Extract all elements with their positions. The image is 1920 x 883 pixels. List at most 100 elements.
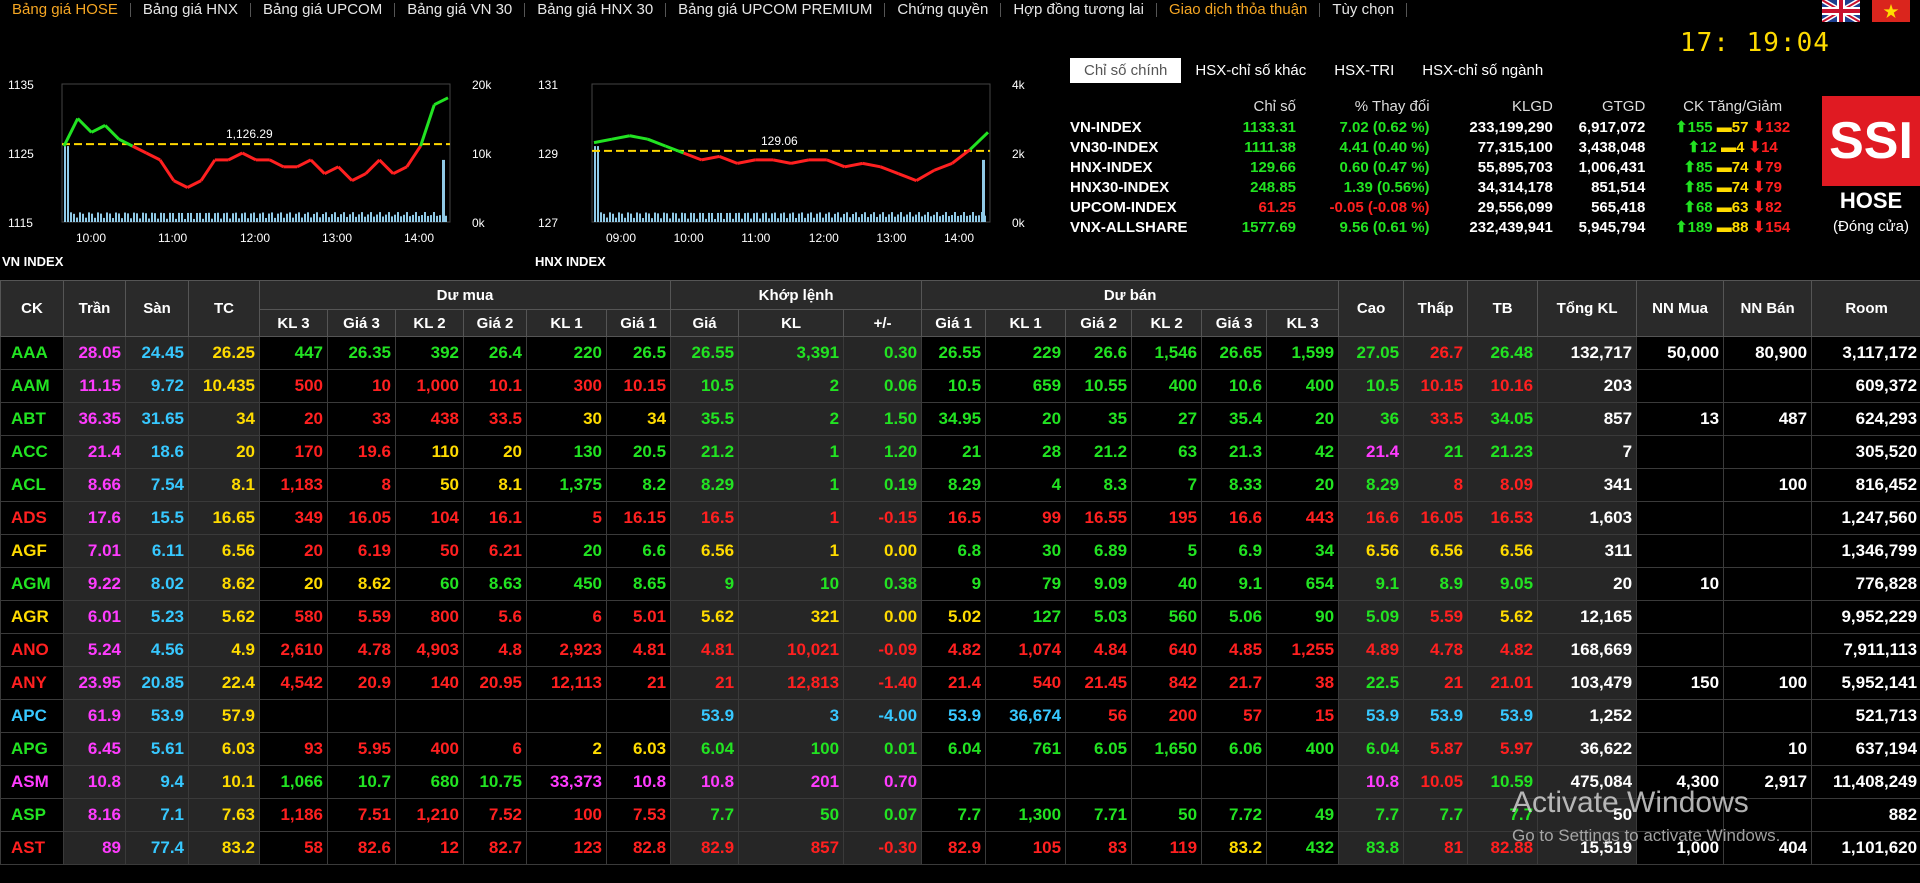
cell-kl-3: 1,186 xyxy=(259,798,328,832)
stock-row[interactable]: ANY 23.95 20.85 22.4 4,542 20.9 140 20.95 12,113… xyxy=(0,666,1920,700)
stock-symbol[interactable]: ANY xyxy=(0,666,64,700)
index-row[interactable]: VN30-INDEX 1111.38 4.41 (0.40 %) 77,315,100… xyxy=(1070,137,1820,157)
col-header-25[interactable]: Room xyxy=(1811,280,1920,337)
stock-symbol[interactable]: AST xyxy=(0,831,64,865)
col-header-9[interactable]: Giá 1 xyxy=(605,309,672,337)
index-row[interactable]: HNX-INDEX 129.66 0.60 (0.47 %) 55,895,703 1,… xyxy=(1070,157,1820,177)
col-header-8[interactable]: KL 1 xyxy=(526,309,607,337)
volume-bar xyxy=(271,212,273,222)
stock-row[interactable]: APG 6.45 5.61 6.03 93 5.95 400 6 2 6.03 6.04 100 0.0… xyxy=(0,732,1920,766)
nav-item-1[interactable]: Bảng giá HNX xyxy=(131,2,251,17)
stock-row[interactable]: ADS 17.6 15.5 16.65 349 16.05 104 16.1 5 16.15 16.… xyxy=(0,501,1920,535)
index-tab-0[interactable]: Chỉ số chính xyxy=(1070,58,1182,83)
nav-item-5[interactable]: Bảng giá UPCOM PREMIUM xyxy=(666,2,886,17)
stock-symbol[interactable]: ADS xyxy=(0,501,64,535)
stock-symbol[interactable]: AAA xyxy=(0,336,64,370)
col-header-6[interactable]: KL 2 xyxy=(395,309,464,337)
col-header-1[interactable]: Trần xyxy=(63,280,126,337)
nav-item-6[interactable]: Chứng quyền xyxy=(885,2,1002,17)
stock-row[interactable]: AGF 7.01 6.11 6.56 20 6.19 50 6.21 20 6.6 6.56 1 0.0… xyxy=(0,534,1920,568)
nav-item-4[interactable]: Bảng giá HNX 30 xyxy=(525,2,667,17)
nav-item-7[interactable]: Hợp đồng tương lai xyxy=(1001,2,1157,17)
col-header-4[interactable]: KL 3 xyxy=(259,309,328,337)
index-row[interactable]: VNX-ALLSHARE 1577.69 9.56 (0.61 %) 232,439,… xyxy=(1070,217,1820,237)
col-header-18[interactable]: KL 3 xyxy=(1266,309,1340,337)
col-header-20[interactable]: Thấp xyxy=(1403,280,1469,337)
stock-symbol[interactable]: ANO xyxy=(0,633,64,667)
volume-bar xyxy=(244,212,246,222)
stock-symbol[interactable]: AAM xyxy=(0,369,64,403)
volume-bar xyxy=(157,218,159,222)
stock-row[interactable]: AGM 9.22 8.02 8.62 20 8.62 60 8.63 450 8.65 9 10 0.3… xyxy=(0,567,1920,601)
stock-row[interactable]: APC 61.9 53.9 57.9 53.9 3 -4.00 53.9 36,674 56 200… xyxy=(0,699,1920,733)
stock-row[interactable]: ABT 36.35 31.65 34 20 33 438 33.5 30 34 35.5 2 1.50 3… xyxy=(0,402,1920,436)
stock-symbol[interactable]: APG xyxy=(0,732,64,766)
cell-gi-3: 10.7 xyxy=(327,765,396,799)
stock-symbol[interactable]: ASP xyxy=(0,798,64,832)
nav-item-8[interactable]: Giao dịch thỏa thuận xyxy=(1157,2,1321,17)
nav-item-0[interactable]: Bảng giá HOSE xyxy=(0,2,131,17)
col-header-14[interactable]: KL 1 xyxy=(985,309,1067,337)
stock-row[interactable]: AAA 28.05 24.45 26.25 447 26.35 392 26.4 220 26.5… xyxy=(0,336,1920,370)
col-header-16[interactable]: KL 2 xyxy=(1131,309,1203,337)
col-header-11[interactable]: KL xyxy=(738,309,845,337)
index-row[interactable]: VN-INDEX 1133.31 7.02 (0.62 %) 233,199,290 6… xyxy=(1070,117,1820,137)
col-header-22[interactable]: Tổng KL xyxy=(1537,280,1638,337)
nav-item-3[interactable]: Bảng giá VN 30 xyxy=(395,2,526,17)
volume-bar xyxy=(786,218,788,222)
col-header-5[interactable]: Giá 3 xyxy=(327,309,396,337)
col-header-7[interactable]: Giá 2 xyxy=(463,309,527,337)
col-header-0[interactable]: CK xyxy=(0,280,64,337)
cell-kl-1: 220 xyxy=(526,336,607,370)
volume-bar xyxy=(358,214,360,222)
vietnam-flag-icon[interactable] xyxy=(1872,0,1910,22)
stock-symbol[interactable]: AGF xyxy=(0,534,64,568)
stock-row[interactable]: AAM 11.15 9.72 10.435 500 10 1,000 10.1 300 10.15… xyxy=(0,369,1920,403)
cell-kl-2: 104 xyxy=(395,501,464,535)
index-name: VNX-ALLSHARE xyxy=(1070,218,1188,236)
x-tick-label: 11:00 xyxy=(741,231,770,245)
stock-row[interactable]: ACL 8.66 7.54 8.1 1,183 8 50 8.1 1,375 8.2 8.29 1 0.… xyxy=(0,468,1920,502)
uk-flag-icon[interactable] xyxy=(1822,0,1860,22)
col-header-13[interactable]: Giá 1 xyxy=(921,309,987,337)
col-header-12[interactable]: +/- xyxy=(843,309,923,337)
index-row[interactable]: HNX30-INDEX 248.85 1.39 (0.56%) 34,314,178 8… xyxy=(1070,177,1820,197)
index-row[interactable]: UPCOM-INDEX 61.25 -0.05 (-0.08 %) 29,556,09… xyxy=(1070,197,1820,217)
cell-gi-2: 16.1 xyxy=(463,501,527,535)
cell-kl-1: 2,923 xyxy=(526,633,607,667)
nav-item-9[interactable]: Tùy chọn xyxy=(1320,2,1408,17)
volume-bar xyxy=(855,212,857,222)
nav-item-2[interactable]: Bảng giá UPCOM xyxy=(251,2,396,17)
cell-kl: 10 xyxy=(738,567,845,601)
col-header-2[interactable]: Sàn xyxy=(125,280,189,337)
stock-symbol[interactable]: ACC xyxy=(0,435,64,469)
stock-symbol[interactable]: ACL xyxy=(0,468,64,502)
stock-row[interactable]: ACC 21.4 18.6 20 170 19.6 110 20 130 20.5 21.2 1 1.2… xyxy=(0,435,1920,469)
col-header-17[interactable]: Giá 3 xyxy=(1201,309,1268,337)
stock-symbol[interactable]: APC xyxy=(0,699,64,733)
index-tab-1[interactable]: HSX-chỉ số khác xyxy=(1181,58,1320,83)
col-header-19[interactable]: Cao xyxy=(1338,280,1405,337)
stock-row[interactable]: AGR 6.01 5.23 5.62 580 5.59 800 5.6 6 5.01 5.62 321… xyxy=(0,600,1920,634)
cell-kl: 321 xyxy=(738,600,845,634)
cell-nn-mua xyxy=(1636,732,1725,766)
index-tab-2[interactable]: HSX-TRI xyxy=(1320,58,1408,83)
col-header-21[interactable]: TB xyxy=(1467,280,1539,337)
index-tab-3[interactable]: HSX-chỉ số ngành xyxy=(1408,58,1557,83)
stock-symbol[interactable]: AGM xyxy=(0,567,64,601)
volume-bar xyxy=(301,217,303,222)
col-header-15[interactable]: Giá 2 xyxy=(1065,309,1133,337)
col-header-23[interactable]: NN Mua xyxy=(1636,280,1725,337)
stock-symbol[interactable]: AGR xyxy=(0,600,64,634)
cell-kl: 1 xyxy=(738,534,845,568)
col-header-24[interactable]: NN Bán xyxy=(1723,280,1813,337)
cell-th-p: 33.5 xyxy=(1403,402,1469,436)
volume-bar xyxy=(672,212,674,222)
stock-symbol[interactable]: ABT xyxy=(0,402,64,436)
col-header-10[interactable]: Giá xyxy=(670,309,740,337)
stock-symbol[interactable]: ASM xyxy=(0,765,64,799)
cell-tr-n: 11.15 xyxy=(63,369,126,403)
col-header-3[interactable]: TC xyxy=(188,280,260,337)
group-header-2: Dư bán xyxy=(921,280,1340,310)
stock-row[interactable]: ANO 5.24 4.56 4.9 2,610 4.78 4,903 4.8 2,923 4.81… xyxy=(0,633,1920,667)
